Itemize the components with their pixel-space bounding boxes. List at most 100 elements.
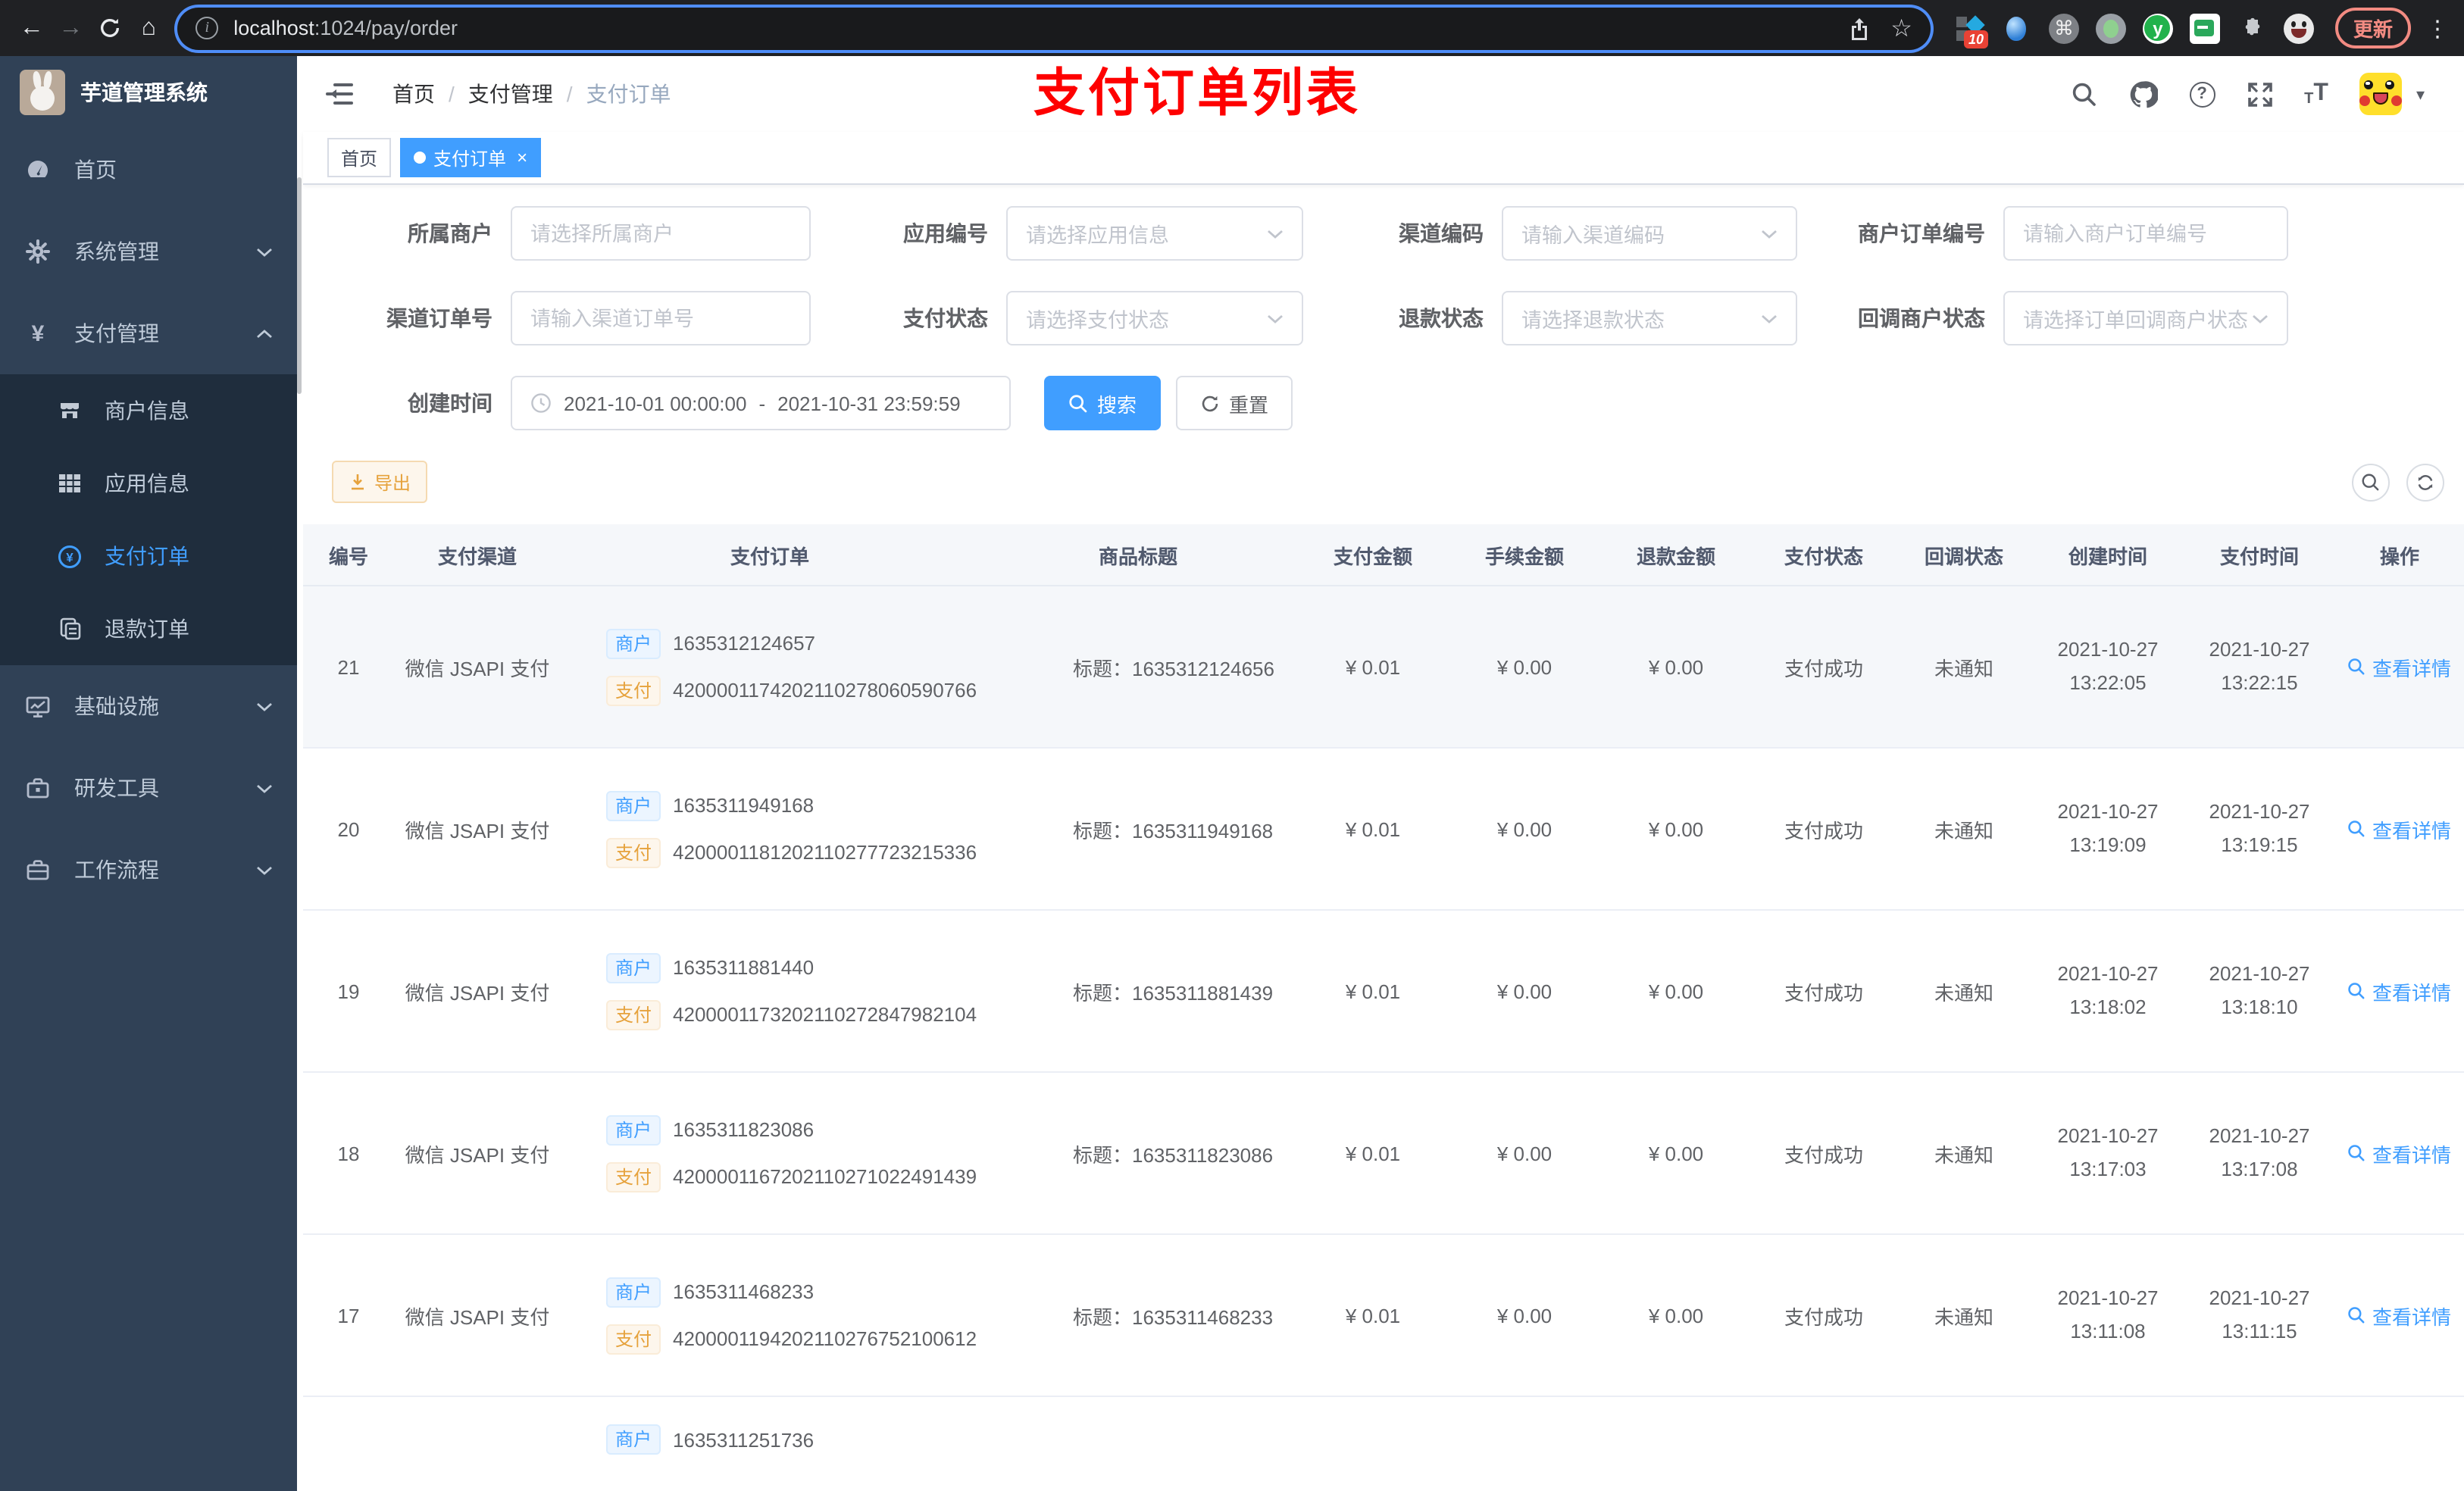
table-row[interactable]: 20 微信 JSAPI 支付 商户 1635311949168 支付 4200001… [303, 749, 2464, 911]
cell-notify: 未通知 [1934, 1143, 1993, 1166]
chevron-down-icon [256, 864, 273, 875]
refund-status-select[interactable]: 请选择退款状态 [1502, 291, 1797, 345]
sidebar-item-home[interactable]: 首页 [0, 129, 297, 211]
share-icon[interactable] [1848, 16, 1869, 40]
sidebar-item-system[interactable]: 系统管理 [0, 211, 297, 292]
view-detail-link[interactable]: 查看详情 [2348, 1139, 2451, 1167]
merchant-select-input[interactable] [511, 206, 811, 261]
tag-close-icon[interactable]: × [517, 147, 527, 168]
search-icon [2362, 474, 2379, 491]
extension-chat-icon[interactable] [2189, 13, 2220, 43]
view-detail-link[interactable]: 查看详情 [2348, 652, 2451, 681]
merchant-tag: 商户 [606, 1277, 661, 1307]
app-id-select[interactable]: 请选择应用信息 [1006, 206, 1303, 261]
table-row[interactable]: 19 微信 JSAPI 支付 商户 1635311881440 支付 4200001… [303, 911, 2464, 1073]
cell-amount: ¥ 0.01 [1345, 1142, 1401, 1164]
sidebar-label: 退款订单 [105, 617, 189, 641]
help-icon[interactable]: ? [2189, 81, 2215, 107]
extensions-puzzle-icon[interactable] [2237, 13, 2267, 43]
tag-pay-order[interactable]: 支付订单 × [400, 138, 542, 177]
view-detail-link[interactable]: 查看详情 [2348, 1301, 2451, 1330]
table-row[interactable]: 商户 1635311251736 [303, 1397, 2464, 1491]
bookmark-star-icon[interactable]: ☆ [1890, 13, 1912, 43]
table-row[interactable]: 18 微信 JSAPI 支付 商户 1635311823086 支付 4200001… [303, 1073, 2464, 1235]
cell-channel: 微信 JSAPI 支付 [405, 1143, 550, 1166]
table-row[interactable]: 17 微信 JSAPI 支付 商户 1635311468233 支付 4200001… [303, 1235, 2464, 1397]
table-header: 编号 支付渠道 支付订单 商品标题 支付金额 手续金额 退款金额 支付状态 回调… [303, 524, 2464, 586]
site-info-icon[interactable]: i [195, 17, 219, 39]
user-avatar[interactable] [2359, 73, 2403, 115]
extension-balloon-icon[interactable] [2002, 13, 2032, 43]
cell-fee: ¥ 0.00 [1496, 817, 1553, 840]
cell-title: 标题：1635312124656 [1073, 657, 1274, 680]
merchant-order-no-input[interactable] [2003, 206, 2288, 261]
breadcrumb-home[interactable]: 首页 [392, 79, 435, 109]
create-time-range-picker[interactable]: 2021-10-01 00:00:00 - 2021-10-31 23:59:5… [511, 376, 1011, 430]
search-button[interactable]: 搜索 [1044, 376, 1162, 430]
search-icon[interactable] [2071, 81, 2097, 107]
sidebar-item-dev-tools[interactable]: 研发工具 [0, 747, 297, 829]
table-row[interactable]: 21 微信 JSAPI 支付 商户 1635312124657 支付 4200001… [303, 586, 2464, 749]
extension-command-icon[interactable]: ⌘ [2048, 13, 2079, 43]
refresh-table-button[interactable] [2406, 464, 2444, 502]
extension-emoji-icon[interactable] [2283, 13, 2314, 43]
app-logo[interactable]: 芋道管理系统 [0, 56, 297, 129]
view-detail-link[interactable]: 查看详情 [2348, 814, 2451, 843]
cell-title: 标题：1635311468233 [1073, 1305, 1274, 1328]
channel-code-select[interactable]: 请输入渠道编码 [1502, 206, 1797, 261]
sidebar-item-refund-order[interactable]: 退款订单 [0, 592, 297, 665]
font-size-icon[interactable]: TT [2304, 80, 2328, 108]
cell-title: 标题：1635311881439 [1073, 981, 1274, 1004]
browser-home-icon[interactable]: ⌂ [133, 10, 166, 46]
tag-home[interactable]: 首页 [327, 138, 392, 177]
cell-notify: 未通知 [1934, 1305, 1993, 1328]
avatar-caret-icon[interactable]: ▾ [2416, 84, 2425, 104]
breadcrumb-pay[interactable]: 支付管理 [468, 79, 553, 109]
sidebar-item-pay-order[interactable]: ¥ 支付订单 [0, 520, 297, 592]
active-dot [414, 152, 427, 164]
sidebar-item-infra[interactable]: 基础设施 [0, 665, 297, 747]
search-icon [2349, 983, 2366, 999]
merchant-tag: 商户 [606, 790, 661, 821]
extension-status-icon[interactable] [2095, 13, 2126, 43]
dashboard-icon [26, 158, 50, 182]
browser-reload-icon[interactable] [93, 10, 127, 46]
toggle-search-button[interactable] [2352, 464, 2390, 502]
cell-fee: ¥ 0.00 [1496, 980, 1553, 1002]
sidebar-label: 首页 [74, 158, 117, 182]
sidebar-item-merchant-info[interactable]: 商户信息 [0, 374, 297, 447]
address-bar[interactable]: i localhost:1024/pay/order ☆ [177, 7, 1931, 49]
notify-status-select[interactable]: 请选择订单回调商户状态 [2003, 291, 2288, 345]
sidebar-label: 基础设施 [74, 694, 159, 718]
channel-order-no-input[interactable] [511, 291, 811, 345]
sidebar-item-workflow[interactable]: 工作流程 [0, 829, 297, 911]
cell-amount: ¥ 0.01 [1345, 1304, 1401, 1327]
browser-update-button[interactable]: 更新 [2334, 8, 2411, 48]
merchant-tag: 商户 [606, 628, 661, 658]
view-detail-link[interactable]: 查看详情 [2348, 977, 2451, 1005]
export-button[interactable]: 导出 [332, 461, 428, 503]
sidebar-label: 支付管理 [74, 321, 159, 345]
pay-status-select[interactable]: 请选择支付状态 [1006, 291, 1303, 345]
browser-menu-icon[interactable]: ⋮ [2426, 14, 2449, 42]
reset-button[interactable]: 重置 [1176, 376, 1293, 430]
sidebar-scrollbar-thumb[interactable] [297, 177, 302, 394]
pay-tag: 支付 [606, 1161, 661, 1192]
app-title: 芋道管理系统 [80, 80, 208, 105]
extension-diamond-icon[interactable]: 10 [1955, 13, 1988, 48]
browser-back-icon[interactable]: ← [15, 10, 48, 46]
sidebar-label: 支付订单 [105, 544, 189, 568]
github-icon[interactable] [2128, 80, 2158, 108]
refresh-icon [1202, 395, 1218, 411]
browser-forward-icon[interactable]: → [55, 10, 88, 46]
extension-y-icon[interactable]: y [2142, 13, 2173, 43]
svg-text:¥: ¥ [66, 550, 73, 564]
fullscreen-icon[interactable] [2247, 81, 2272, 107]
cell-order-numbers: 商户 1635312124657 支付 4200001174202110278060… [561, 628, 979, 705]
collapse-sidebar-icon[interactable] [326, 83, 353, 105]
sidebar-item-pay[interactable]: ¥ 支付管理 [0, 292, 297, 374]
sidebar-item-app-info[interactable]: 应用信息 [0, 447, 297, 520]
sidebar-scrollbar[interactable] [297, 56, 303, 1491]
cell-order-numbers: 商户 1635311823086 支付 4200001167202110271022… [561, 1114, 979, 1192]
search-icon [2349, 658, 2366, 675]
